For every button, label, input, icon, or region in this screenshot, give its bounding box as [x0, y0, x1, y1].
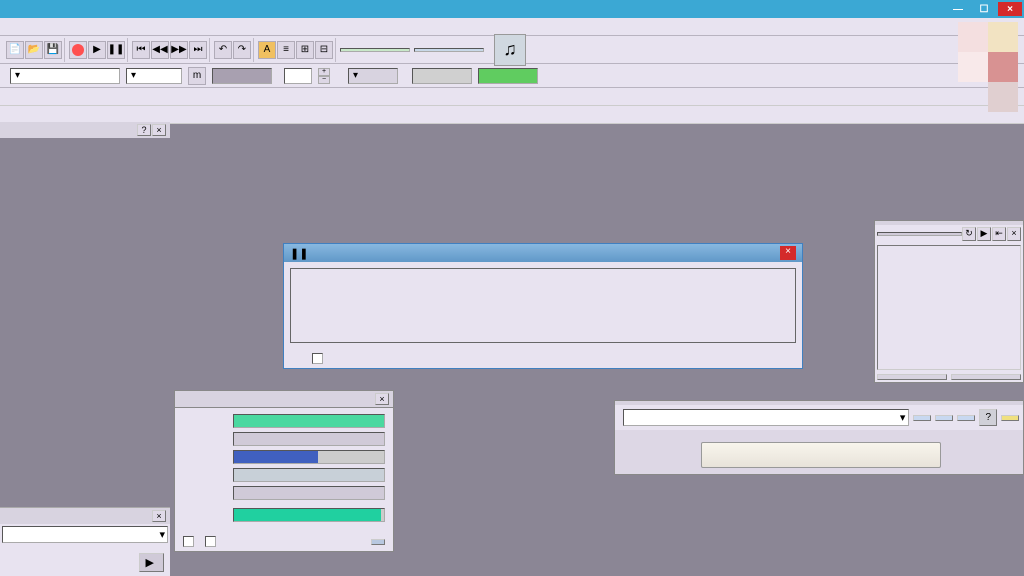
space-key[interactable] — [701, 442, 941, 468]
solo-checkbox[interactable] — [183, 536, 194, 547]
music-icon[interactable]: ♫ — [494, 34, 526, 66]
input-device-dropdown[interactable] — [10, 68, 120, 84]
tutorial-dropdown[interactable]: ▾ — [2, 526, 168, 543]
pause-button[interactable]: ❚❚ — [107, 41, 125, 59]
load-button[interactable] — [913, 415, 931, 421]
channels-panel: ?× — [0, 122, 170, 138]
save-button[interactable] — [935, 415, 953, 421]
tutorials-panel: × ▾ ▶ — [0, 507, 170, 576]
tutorial-play-button[interactable]: ▶ — [139, 553, 164, 572]
minimize-button[interactable]: — — [946, 2, 970, 16]
mastervol-slider[interactable] — [478, 68, 538, 84]
close-button[interactable]: × — [998, 2, 1022, 16]
record-button[interactable] — [69, 41, 87, 59]
set-template-button[interactable] — [371, 539, 385, 545]
name-value[interactable] — [233, 414, 385, 428]
mark-del-icon[interactable]: × — [1007, 227, 1021, 241]
close-panel-icon[interactable]: × — [152, 124, 166, 136]
window-titlebar: — ☐ × — [0, 0, 1024, 18]
recspeed-slider[interactable] — [412, 68, 472, 84]
main-toolbar: 📄 📂 💾 ▶ ❚❚ ⏮ ◀◀ ▶▶ ⏭ ↶ ↷ A ≡ ⊞ ⊟ ♫ — [0, 36, 1024, 64]
forward-end-icon[interactable]: ⏭ — [189, 41, 207, 59]
key-dropdown[interactable] — [348, 68, 398, 84]
patch-value[interactable] — [233, 432, 385, 446]
muted-checkbox[interactable] — [205, 536, 216, 547]
forward-icon[interactable]: ▶▶ — [170, 41, 188, 59]
new-icon[interactable]: 📄 — [6, 41, 24, 59]
maximize-button[interactable]: ☐ — [972, 2, 996, 16]
master-dropdown[interactable] — [126, 68, 182, 84]
octave-row — [0, 88, 1024, 106]
pan-value[interactable] — [233, 468, 385, 482]
tempo-up[interactable]: + — [318, 68, 330, 76]
tool-b-icon[interactable]: ≡ — [277, 41, 295, 59]
intensity-value[interactable] — [233, 450, 385, 464]
toolbar-row2: m +− — [0, 64, 1024, 88]
redo-icon[interactable]: ↷ — [233, 41, 251, 59]
tool-d-icon[interactable]: ⊟ — [315, 41, 333, 59]
properties-window: × — [174, 390, 394, 552]
mark-prev-icon[interactable]: ⇤ — [992, 227, 1006, 241]
tut-close-icon[interactable]: × — [152, 510, 166, 522]
tempo-input[interactable] — [284, 68, 312, 84]
save-icon[interactable]: 💾 — [44, 41, 62, 59]
mark-loop-icon[interactable]: ↻ — [962, 227, 976, 241]
color-swatches — [958, 22, 1018, 112]
mark-play-icon[interactable]: ▶ — [977, 227, 991, 241]
volume-value[interactable] — [233, 508, 385, 522]
length-value[interactable] — [414, 48, 484, 52]
keyboard-panel: ▾ ? — [614, 400, 1024, 475]
tool-a-icon[interactable]: A — [258, 41, 276, 59]
output-value[interactable] — [233, 486, 385, 500]
qwerty-keyboard — [615, 430, 1023, 474]
marks-start-label — [877, 232, 962, 236]
vol-slider[interactable] — [212, 68, 272, 84]
rewind-icon[interactable]: ◀◀ — [151, 41, 169, 59]
mic-icon[interactable]: m — [188, 67, 206, 85]
play-button[interactable]: ▶ — [88, 41, 106, 59]
open-icon[interactable]: 📂 — [25, 41, 43, 59]
help-icon[interactable]: ? — [137, 124, 151, 136]
add-mark-button[interactable] — [951, 374, 1021, 380]
delete-button[interactable] — [957, 415, 975, 421]
practice-window: ❚❚ × — [283, 243, 803, 369]
pause-icon[interactable]: ❚❚ — [290, 248, 308, 260]
tool-c-icon[interactable]: ⊞ — [296, 41, 314, 59]
preset-dropdown[interactable]: ▾ — [623, 409, 909, 426]
practice-button[interactable] — [1001, 415, 1019, 421]
kb-help-button[interactable]: ? — [979, 409, 997, 426]
undo-icon[interactable]: ↶ — [214, 41, 232, 59]
marks-panel: ↻ ▶ ⇤ × — [874, 220, 1024, 383]
pos-value[interactable] — [340, 48, 410, 52]
practice-close-button[interactable]: × — [780, 246, 796, 260]
select-none-button[interactable] — [877, 374, 947, 380]
marks-list[interactable] — [877, 245, 1021, 370]
rewind-start-icon[interactable]: ⏮ — [132, 41, 150, 59]
view-staff-checkbox[interactable] — [312, 353, 323, 364]
properties-close-icon[interactable]: × — [375, 393, 389, 405]
tempo-down[interactable]: − — [318, 76, 330, 84]
piano-keyboard[interactable] — [290, 268, 796, 343]
